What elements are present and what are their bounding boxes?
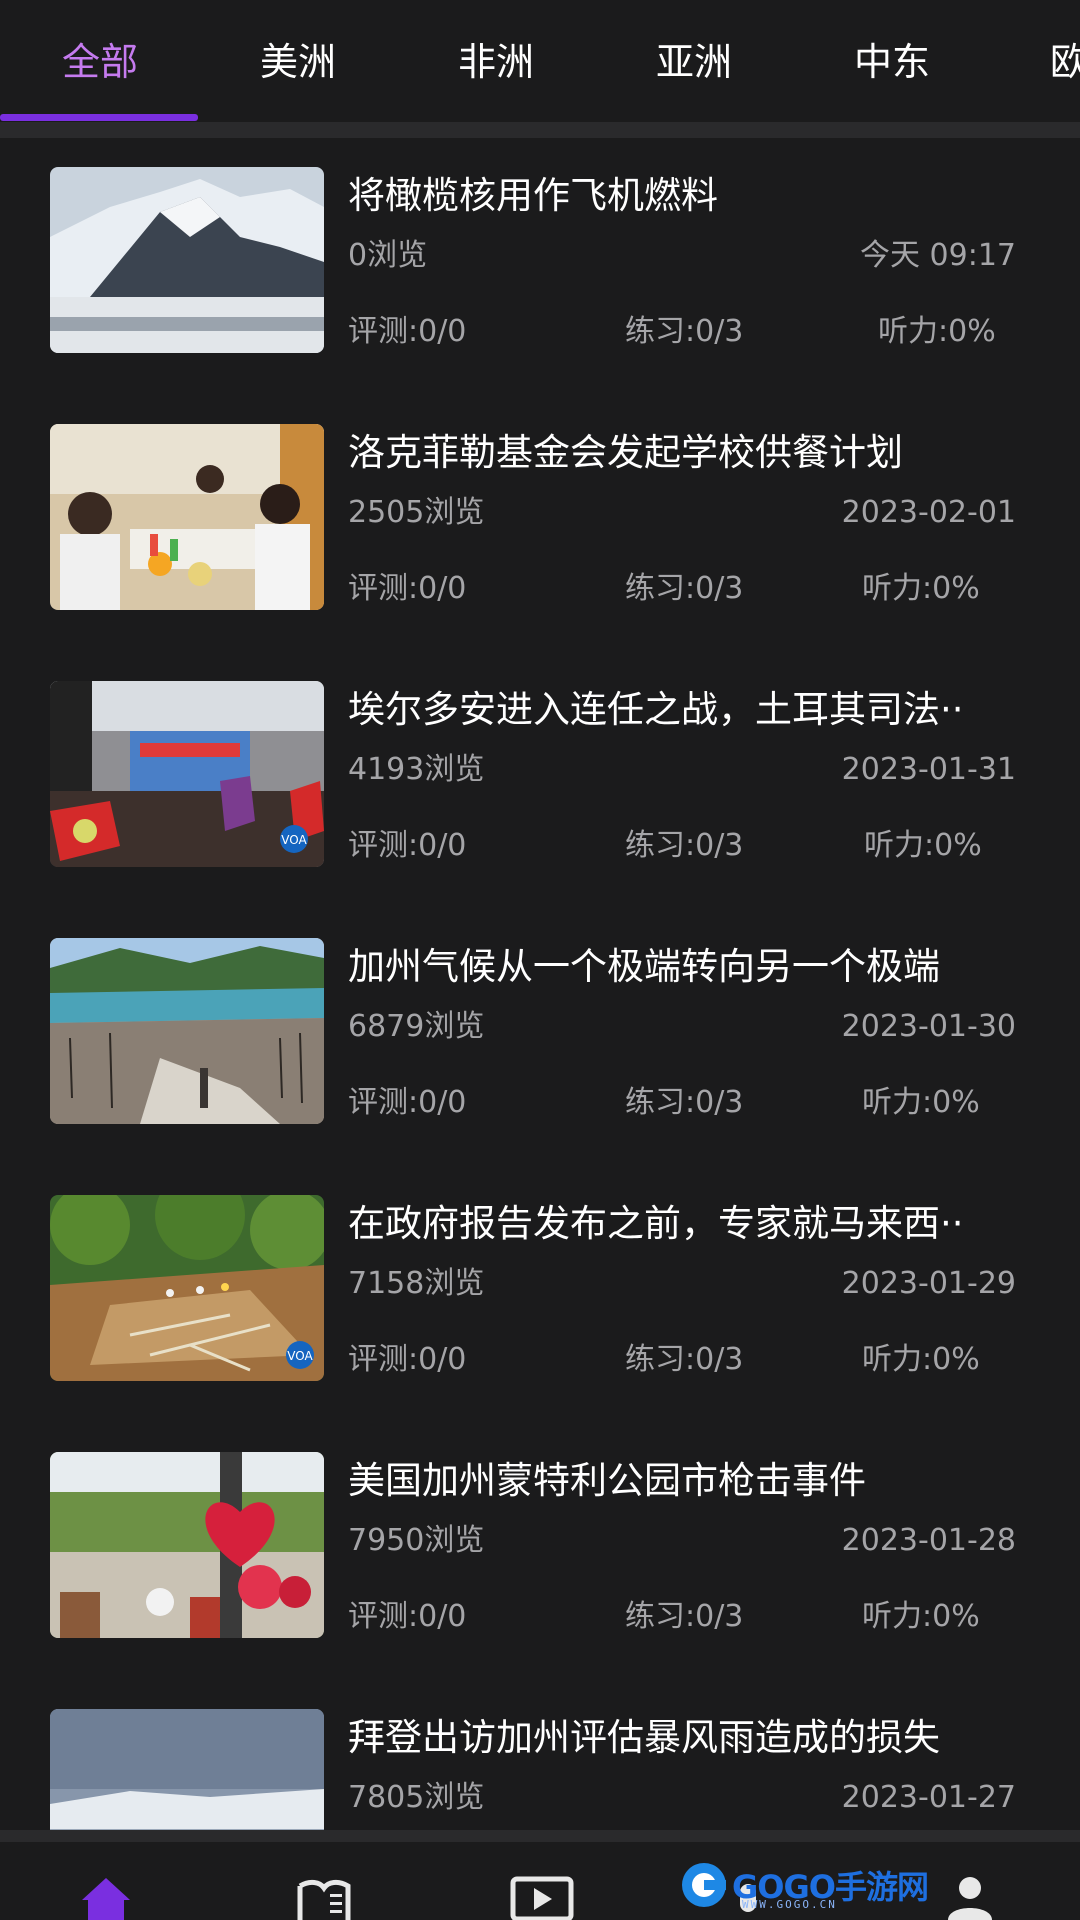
practice-stat: 练习:0/3	[625, 1599, 744, 1634]
article-list[interactable]: 将橄榄核用作飞机燃料 0浏览 今天 09:17 评测:0/0 练习:0/3 听力…	[0, 138, 1080, 1830]
evaluation-stat: 评测:0/0	[348, 314, 467, 349]
practice-stat: 练习:0/3	[625, 571, 744, 606]
view-count: 2505浏览	[348, 495, 485, 530]
active-tab-indicator	[0, 114, 198, 121]
tab-africa[interactable]: 非洲	[456, 34, 536, 90]
listening-stat: 听力:0%	[862, 1599, 980, 1634]
nav-reading-button[interactable]	[216, 1842, 432, 1920]
rally-stage-thumbnail: VOA	[50, 681, 324, 867]
article-item[interactable]: 加州气候从一个极端转向另一个极端 6879浏览 2023-01-30 评测:0/…	[0, 909, 1080, 1166]
svg-text:VOA: VOA	[281, 833, 307, 847]
article-title: 洛克菲勒基金会发起学校供餐计划	[348, 431, 903, 474]
article-item[interactable]: VOA 在政府报告发布之前，专家就马来西·· 7158浏览 2023-01-29…	[0, 1166, 1080, 1423]
publish-date: 2023-01-29	[841, 1266, 1016, 1301]
tab-europe[interactable]: 欧	[1050, 34, 1080, 90]
listening-stat: 听力:0%	[864, 828, 982, 863]
article-item[interactable]: 洛克菲勒基金会发起学校供餐计划 2505浏览 2023-02-01 评测:0/0…	[0, 395, 1080, 652]
video-play-icon	[510, 1876, 574, 1920]
article-thumbnail	[50, 167, 324, 353]
article-thumbnail: VOA	[50, 1195, 324, 1381]
nav-video-button[interactable]	[432, 1842, 648, 1920]
article-title: 美国加州蒙特利公园市枪击事件	[348, 1459, 866, 1502]
publish-date: 今天 09:17	[860, 238, 1016, 273]
snowy-mountain-thumbnail	[50, 167, 324, 353]
article-title: 拜登出访加州评估暴风雨造成的损失	[348, 1716, 940, 1759]
article-thumbnail	[50, 938, 324, 1124]
publish-date: 2023-01-28	[841, 1523, 1016, 1558]
article-thumbnail	[50, 1452, 324, 1638]
user-icon	[948, 1877, 992, 1920]
evaluation-stat: 评测:0/0	[348, 828, 467, 863]
article-title: 在政府报告发布之前，专家就马来西··	[348, 1202, 964, 1245]
stormy-sky-thumbnail	[50, 1709, 324, 1830]
article-item[interactable]: 将橄榄核用作飞机燃料 0浏览 今天 09:17 评测:0/0 练习:0/3 听力…	[0, 138, 1080, 395]
publish-date: 2023-01-27	[841, 1780, 1016, 1815]
tab-all[interactable]: 全部	[60, 34, 140, 90]
tab-americas[interactable]: 美洲	[258, 34, 338, 90]
practice-stat: 练习:0/3	[625, 828, 744, 863]
bottom-nav-divider	[0, 1830, 1080, 1842]
article-thumbnail: VOA	[50, 681, 324, 867]
nav-home-button[interactable]	[0, 1842, 216, 1920]
article-thumbnail	[50, 1709, 324, 1830]
listening-stat: 听力:0%	[862, 1342, 980, 1377]
category-tab-bar: 全部 美洲 非洲 亚洲 中东 欧	[0, 0, 1080, 122]
burnt-hills-lake-thumbnail	[50, 938, 324, 1124]
svg-text:VOA: VOA	[287, 1349, 313, 1363]
publish-date: 2023-01-31	[841, 752, 1016, 787]
evaluation-stat: 评测:0/0	[348, 571, 467, 606]
practice-stat: 练习:0/3	[625, 314, 744, 349]
article-item[interactable]: VOA 埃尔多安进入连任之战，土耳其司法·· 4193浏览 2023-01-31…	[0, 652, 1080, 909]
watermark-g-icon	[682, 1863, 726, 1907]
article-title: 加州气候从一个极端转向另一个极端	[348, 945, 940, 988]
publish-date: 2023-01-30	[841, 1009, 1016, 1044]
listening-stat: 听力:0%	[878, 314, 996, 349]
book-icon	[297, 1879, 351, 1920]
listening-stat: 听力:0%	[862, 1085, 980, 1120]
listening-stat: 听力:0%	[862, 571, 980, 606]
tab-middle-east[interactable]: 中东	[852, 34, 932, 90]
publish-date: 2023-02-01	[841, 495, 1016, 530]
view-count: 7158浏览	[348, 1266, 485, 1301]
memorial-balloons-thumbnail	[50, 1452, 324, 1638]
evaluation-stat: 评测:0/0	[348, 1085, 467, 1120]
view-count: 4193浏览	[348, 752, 485, 787]
article-thumbnail	[50, 424, 324, 610]
article-title: 埃尔多安进入连任之战，土耳其司法··	[348, 688, 964, 731]
view-count: 7805浏览	[348, 1780, 485, 1815]
practice-stat: 练习:0/3	[625, 1342, 744, 1377]
practice-stat: 练习:0/3	[625, 1085, 744, 1120]
evaluation-stat: 评测:0/0	[348, 1599, 467, 1634]
watermark-url: WWW.GOGO.CN	[742, 1898, 837, 1911]
landslide-rescue-thumbnail: VOA	[50, 1195, 324, 1381]
tabbar-divider	[0, 122, 1080, 138]
view-count: 0浏览	[348, 238, 428, 273]
home-icon	[82, 1878, 130, 1920]
view-count: 7950浏览	[348, 1523, 485, 1558]
article-item[interactable]: 拜登出访加州评估暴风雨造成的损失 7805浏览 2023-01-27	[0, 1680, 1080, 1830]
watermark-logo: GOGO手游网 WWW.GOGO.CN	[680, 1860, 929, 1911]
tab-asia[interactable]: 亚洲	[654, 34, 734, 90]
school-children-thumbnail	[50, 424, 324, 610]
article-item[interactable]: 美国加州蒙特利公园市枪击事件 7950浏览 2023-01-28 评测:0/0 …	[0, 1423, 1080, 1680]
evaluation-stat: 评测:0/0	[348, 1342, 467, 1377]
article-title: 将橄榄核用作飞机燃料	[348, 174, 718, 217]
view-count: 6879浏览	[348, 1009, 485, 1044]
